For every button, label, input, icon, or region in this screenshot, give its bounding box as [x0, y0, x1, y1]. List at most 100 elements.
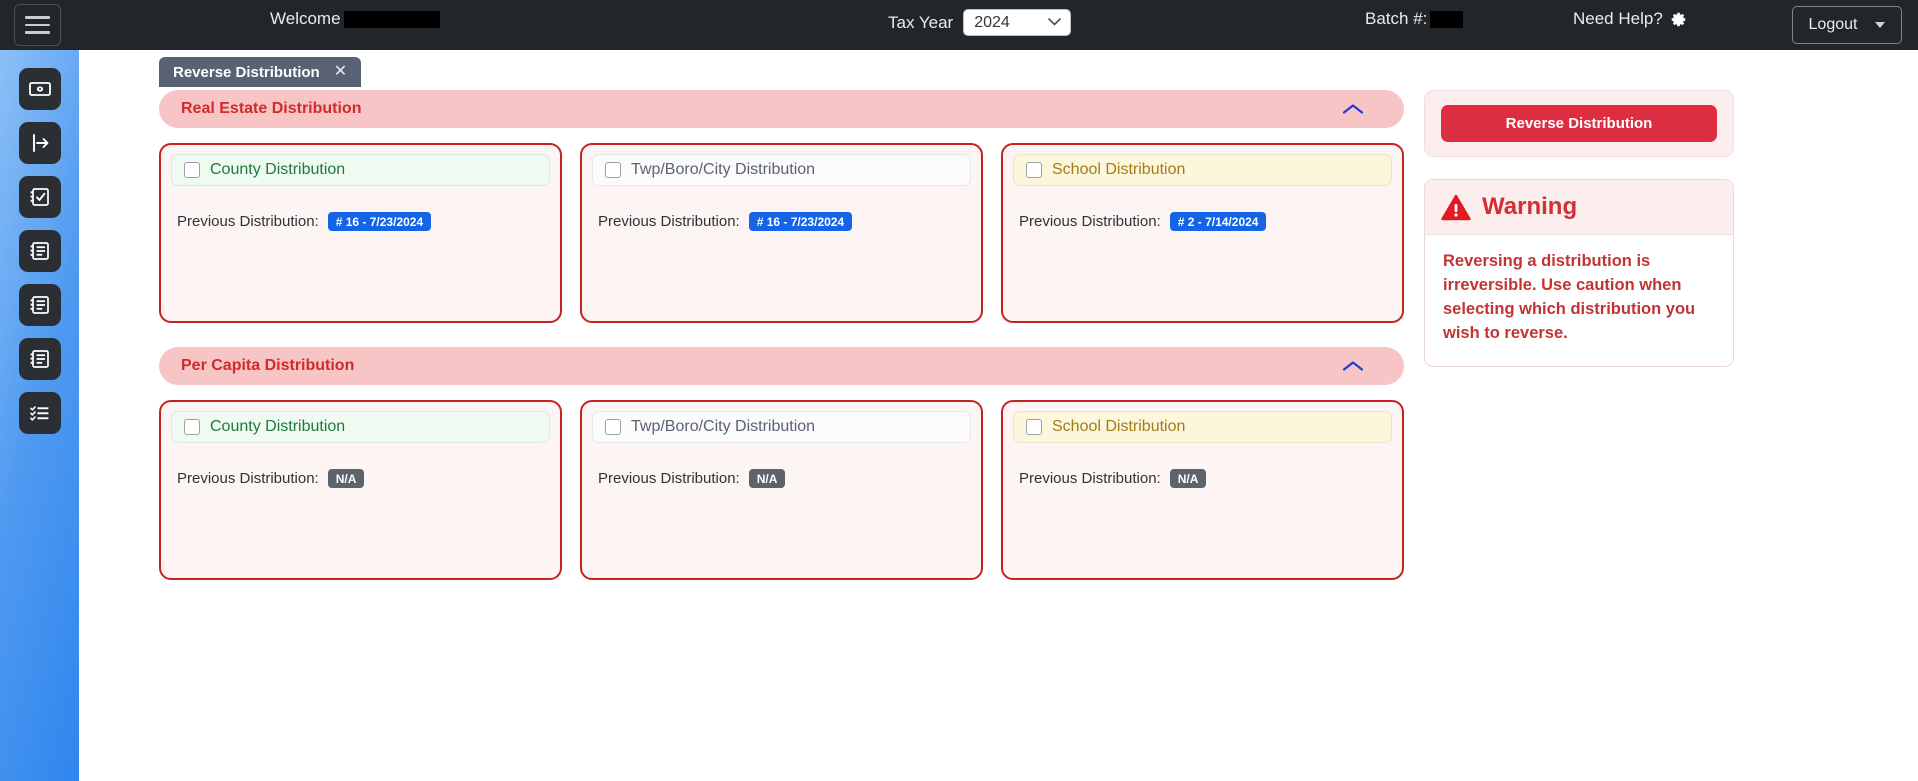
- previous-distribution-row: Previous Distribution: # 16 - 7/23/2024: [598, 212, 971, 231]
- left-sidebar: [0, 50, 79, 781]
- clipboard-check-icon: [30, 188, 49, 206]
- sidebar-item-distribution[interactable]: [18, 122, 61, 164]
- main-content: Reverse Distribution ✕ Real Estate Distri…: [79, 50, 1918, 781]
- reverse-distribution-button[interactable]: Reverse Distribution: [1441, 105, 1717, 142]
- logout-button[interactable]: Logout: [1792, 6, 1902, 44]
- hamburger-menu-icon[interactable]: [14, 4, 61, 46]
- right-panel: Reverse Distribution Warning Reversing a…: [1424, 90, 1734, 367]
- tax-year-control: Tax Year 2024: [888, 9, 1072, 36]
- tab-strip: Reverse Distribution ✕: [159, 57, 362, 87]
- need-help-label: Need Help?: [1573, 9, 1663, 28]
- tax-year-label: Tax Year: [888, 12, 954, 32]
- need-help-link[interactable]: Need Help?: [1573, 9, 1687, 29]
- card-label: Twp/Boro/City Distribution: [631, 418, 816, 435]
- section-title: Real Estate Distribution: [181, 100, 362, 117]
- previous-distribution-row: Previous Distribution: N/A: [598, 469, 971, 488]
- previous-distribution-badge: N/A: [327, 469, 365, 488]
- previous-distribution-row: Previous Distribution: # 2 - 7/14/2024: [1019, 212, 1392, 231]
- tax-year-select-wrapper: 2024: [963, 9, 1072, 36]
- distribution-card-county-distribution: County Distribution Previous Distribution…: [159, 400, 562, 580]
- previous-distribution-label: Previous Distribution:: [177, 470, 319, 487]
- card-header-twp-boro-city-distribution[interactable]: Twp/Boro/City Distribution: [592, 154, 971, 186]
- distribution-card-twp-boro-city-distribution: Twp/Boro/City Distribution Previous Distr…: [580, 143, 983, 323]
- card-label: County Distribution: [210, 418, 346, 435]
- sidebar-item-reconcile[interactable]: [18, 176, 61, 218]
- card-header-twp-boro-city-distribution[interactable]: Twp/Boro/City Distribution: [592, 411, 971, 443]
- logout-label: Logout: [1808, 16, 1858, 33]
- checklist-icon: [29, 406, 48, 421]
- reverse-action-box: Reverse Distribution: [1424, 90, 1734, 157]
- distribution-card-school-distribution: School Distribution Previous Distribution…: [1001, 143, 1404, 323]
- chevron-up-icon[interactable]: [1342, 103, 1364, 116]
- checkbox-twp-boro-city-distribution[interactable]: [605, 162, 621, 178]
- previous-distribution-badge: # 2 - 7/14/2024: [1169, 212, 1267, 231]
- previous-distribution-label: Previous Distribution:: [598, 470, 740, 487]
- previous-distribution-label: Previous Distribution:: [177, 213, 319, 230]
- tax-year-select[interactable]: 2024: [963, 9, 1072, 36]
- card-header-county-distribution[interactable]: County Distribution: [171, 154, 550, 186]
- checkbox-county-distribution[interactable]: [184, 419, 200, 435]
- batch-label: Batch #:: [1365, 9, 1428, 28]
- hamburger-bar: [25, 31, 50, 34]
- previous-distribution-label: Previous Distribution:: [1019, 213, 1161, 230]
- sidebar-item-tasks[interactable]: [18, 392, 61, 434]
- warning-title: Warning: [1482, 193, 1578, 220]
- previous-distribution-row: Previous Distribution: N/A: [1019, 469, 1392, 488]
- checkbox-twp-boro-city-distribution[interactable]: [605, 419, 621, 435]
- checkbox-school-distribution[interactable]: [1026, 162, 1042, 178]
- welcome-greeting: Welcome: [270, 9, 440, 29]
- previous-distribution-badge: N/A: [1169, 469, 1207, 488]
- card-label: School Distribution: [1052, 418, 1186, 435]
- batch-number-display: Batch #:: [1365, 9, 1464, 29]
- close-icon[interactable]: ✕: [334, 64, 347, 80]
- chevron-up-icon[interactable]: [1342, 360, 1364, 373]
- card-row: County Distribution Previous Distribution…: [159, 143, 1404, 323]
- checkbox-county-distribution[interactable]: [184, 162, 200, 178]
- card-label: Twp/Boro/City Distribution: [631, 161, 816, 178]
- welcome-label: Welcome: [270, 9, 341, 28]
- card-label: School Distribution: [1052, 161, 1186, 178]
- distribution-card-school-distribution: School Distribution Previous Distribution…: [1001, 400, 1404, 580]
- batch-value-redacted: [1430, 10, 1464, 28]
- card-header-county-distribution[interactable]: County Distribution: [171, 411, 550, 443]
- sidebar-item-reports-1[interactable]: [18, 230, 61, 272]
- checkbox-school-distribution[interactable]: [1026, 419, 1042, 435]
- document-list-icon: [30, 296, 49, 314]
- distribution-sections: Real Estate Distribution County Distribut…: [159, 90, 1404, 580]
- welcome-username-redacted: [343, 10, 440, 28]
- gear-icon: [1671, 12, 1686, 26]
- warning-box: Warning Reversing a distribution is irre…: [1424, 179, 1734, 367]
- section-header-real-estate[interactable]: Real Estate Distribution: [159, 90, 1404, 128]
- tab-label: Reverse Distribution: [173, 63, 320, 81]
- distribution-card-twp-boro-city-distribution: Twp/Boro/City Distribution Previous Distr…: [580, 400, 983, 580]
- previous-distribution-badge: N/A: [748, 469, 786, 488]
- warning-message: Reversing a distribution is irreversible…: [1443, 252, 1696, 342]
- card-label: County Distribution: [210, 161, 346, 178]
- top-bar: Welcome Tax Year 2024 Batch #: Need Help…: [0, 0, 1918, 50]
- card-header-school-distribution[interactable]: School Distribution: [1013, 154, 1392, 186]
- previous-distribution-badge: # 16 - 7/23/2024: [327, 212, 432, 231]
- money-bill-icon: [28, 82, 51, 96]
- distribution-card-county-distribution: County Distribution Previous Distribution…: [159, 143, 562, 323]
- section-header-per-capita[interactable]: Per Capita Distribution: [159, 347, 1404, 385]
- previous-distribution-badge: # 16 - 7/23/2024: [748, 212, 853, 231]
- tab-reverse-distribution[interactable]: Reverse Distribution ✕: [159, 57, 362, 87]
- warning-triangle-icon: [1441, 194, 1471, 220]
- previous-distribution-label: Previous Distribution:: [598, 213, 740, 230]
- hamburger-bar: [25, 16, 50, 19]
- arrow-right-from-bracket-icon: [32, 134, 48, 152]
- section-title: Per Capita Distribution: [181, 357, 355, 374]
- document-list-icon: [30, 350, 49, 368]
- sidebar-item-reports-3[interactable]: [18, 338, 61, 380]
- previous-distribution-label: Previous Distribution:: [1019, 470, 1161, 487]
- sidebar-item-billing[interactable]: [18, 68, 61, 110]
- document-list-icon: [30, 242, 49, 260]
- warning-header: Warning: [1425, 180, 1733, 235]
- sidebar-item-reports-2[interactable]: [18, 284, 61, 326]
- previous-distribution-row: Previous Distribution: # 16 - 7/23/2024: [177, 212, 550, 231]
- previous-distribution-row: Previous Distribution: N/A: [177, 469, 550, 488]
- caret-down-icon: [1875, 22, 1886, 28]
- card-row: County Distribution Previous Distribution…: [159, 400, 1404, 580]
- hamburger-bar: [25, 23, 50, 27]
- card-header-school-distribution[interactable]: School Distribution: [1013, 411, 1392, 443]
